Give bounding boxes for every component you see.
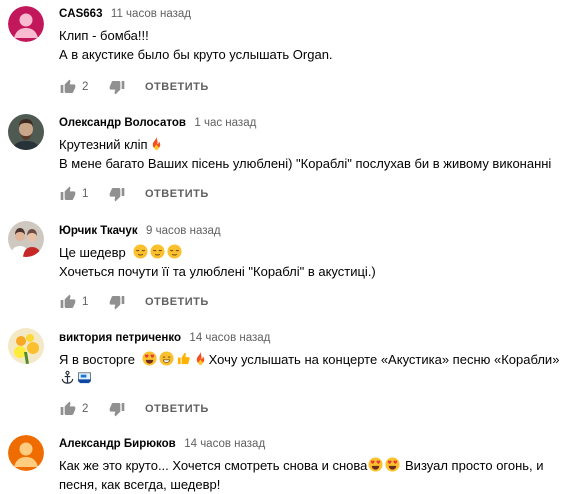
thumb-down-icon[interactable] [108, 400, 126, 418]
comment-author[interactable]: Олександр Волосатов [59, 117, 186, 129]
comment-text: Крутезний кліп В мене багато Ваших пісен… [59, 135, 582, 173]
comment-timestamp[interactable]: 11 часов назад [111, 8, 191, 20]
comment-line: песня, как всегда, шедевр! [59, 477, 221, 492]
comment-author[interactable]: виктория петриченко [59, 332, 181, 344]
comment-line: Хочу услышать на концерте «Акустика» пес… [208, 352, 560, 367]
comment-line: Клип - бомба!!! [59, 28, 149, 43]
avatar[interactable] [8, 114, 44, 150]
thumb-down-icon[interactable] [108, 78, 126, 96]
avatar[interactable] [8, 221, 44, 257]
heart-eyes-emoji-icon [142, 351, 157, 366]
relieved-face-emoji-icon [167, 244, 182, 259]
avatar[interactable] [8, 6, 44, 42]
like-count: 1 [82, 188, 89, 200]
comment-author[interactable]: Юрчик Ткачук [59, 225, 138, 237]
comment-author[interactable]: Александр Бирюков [59, 438, 176, 450]
comment-text: Как же это круто... Хочется смотреть сно… [59, 456, 582, 494]
comment-timestamp[interactable]: 14 часов назад [189, 332, 270, 344]
reply-button[interactable]: ОТВЕТИТЬ [145, 188, 209, 200]
thumb-up-icon[interactable] [59, 400, 77, 418]
comment-author[interactable]: CAS663 [59, 8, 102, 20]
like-count: 1 [82, 296, 89, 308]
fire-emoji-icon [149, 136, 164, 151]
grinning-face-emoji-icon [159, 351, 174, 366]
thumb-up-icon[interactable] [59, 293, 77, 311]
comment-line: Це шедевр [59, 245, 126, 260]
comment-line: Визуал просто огонь, и [405, 458, 544, 473]
thumb-up-icon[interactable] [59, 185, 77, 203]
comment-line: В мене багато Ваших пісень улюблені) "Ко… [59, 156, 552, 171]
comment-text: Я в восторге Хочу услышать на концерте «… [59, 350, 582, 388]
thumb-up-icon[interactable] [59, 78, 77, 96]
heart-eyes-emoji-icon [368, 457, 383, 472]
ship-emoji-icon [77, 370, 92, 385]
relieved-face-emoji-icon [133, 244, 148, 259]
relieved-face-emoji-icon [150, 244, 165, 259]
avatar[interactable] [8, 435, 44, 471]
thumb-down-icon[interactable] [108, 293, 126, 311]
heart-eyes-emoji-icon [385, 457, 400, 472]
reply-button[interactable]: ОТВЕТИТЬ [145, 81, 209, 93]
anchor-emoji-icon [60, 370, 75, 385]
comment-line: А в акустике было бы круто услышать Orga… [59, 47, 333, 62]
like-count: 2 [82, 403, 89, 415]
like-count: 2 [82, 81, 89, 93]
fire-emoji-icon [193, 351, 208, 366]
comment-line: Хочеться почути її та улюблені "Кораблі"… [59, 264, 376, 279]
thumbs-up-emoji-icon [176, 351, 191, 366]
comment-timestamp[interactable]: 1 час назад [194, 117, 256, 129]
comment-line: Как же это круто... Хочется смотреть сно… [59, 458, 368, 473]
comment-line: Я в восторге [59, 352, 135, 367]
comment-timestamp[interactable]: 9 часов назад [146, 225, 221, 237]
avatar[interactable] [8, 328, 44, 364]
comment-timestamp[interactable]: 14 часов назад [184, 438, 265, 450]
comment-text: Клип - бомба!!! А в акустике было бы кру… [59, 26, 582, 64]
comment-line: Крутезний кліп [59, 137, 148, 152]
comment-text: Це шедевр Хочеться почути її та улюблені… [59, 243, 582, 281]
reply-button[interactable]: ОТВЕТИТЬ [145, 296, 209, 308]
reply-button[interactable]: ОТВЕТИТЬ [145, 403, 209, 415]
thumb-down-icon[interactable] [108, 185, 126, 203]
